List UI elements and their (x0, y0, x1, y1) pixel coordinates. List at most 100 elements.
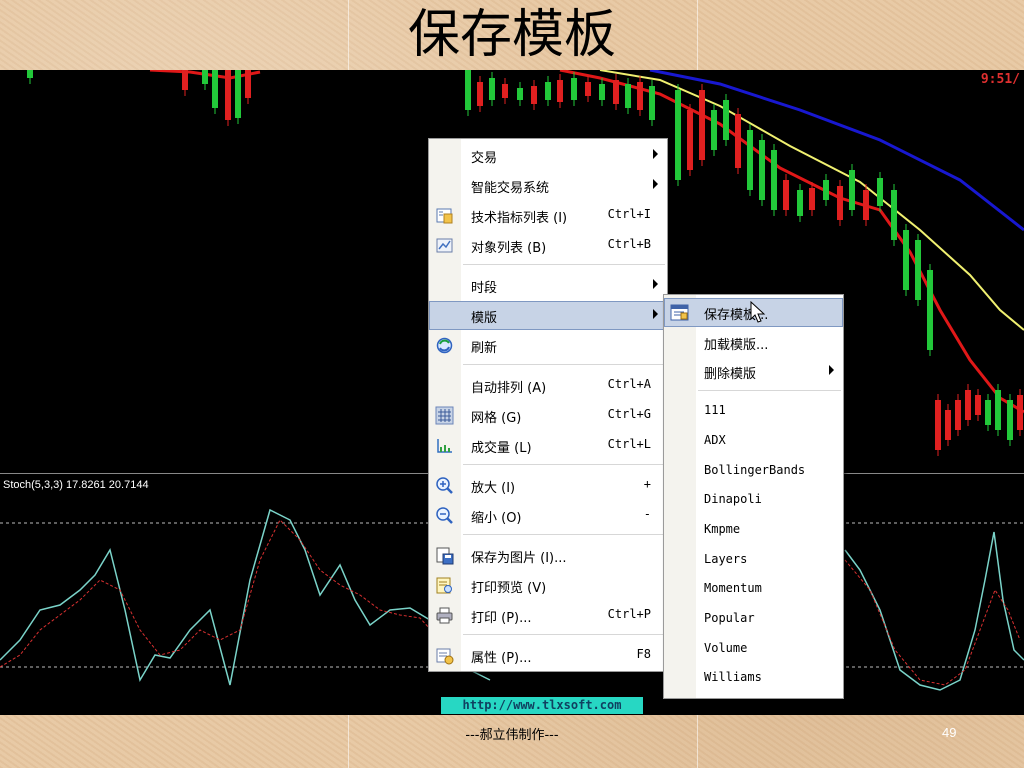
candle-body (531, 86, 537, 104)
menu-item-1[interactable]: 交易 (429, 141, 667, 170)
candle-body (545, 82, 551, 100)
slide-title: 保存模板 (407, 5, 616, 65)
menu-item-label: 打印预览 (V) (471, 581, 547, 596)
candle-body (599, 84, 605, 100)
template-item-volume[interactable]: Volume (664, 635, 843, 664)
menu-item-label: 时段 (471, 281, 498, 296)
candle-body (465, 70, 471, 110)
refresh-icon (436, 337, 453, 354)
candle-body (625, 84, 631, 108)
template-item-label: Williams (704, 670, 762, 684)
menu-item-4[interactable]: 对象列表 (B) Ctrl+B (429, 231, 667, 260)
object-list-icon (436, 238, 453, 253)
template-item-adx[interactable]: ADX (664, 427, 843, 456)
submenu-arrow-icon (653, 179, 658, 189)
template-item-label: Kmpme (704, 522, 741, 536)
menu-item-9[interactable]: 网格 (G) Ctrl+G (429, 401, 667, 430)
menu-item-shortcut: Ctrl+L (607, 437, 651, 451)
submenu-arrow-icon (653, 279, 658, 289)
menu-separator (698, 390, 841, 391)
candle-body (877, 178, 883, 206)
menu-item-label: 保存为图片 (I)... (471, 551, 567, 566)
template-item-label: ADX (704, 433, 726, 447)
template-item-layers[interactable]: Layers (664, 546, 843, 575)
template-item-bollingerbands[interactable]: BollingerBands (664, 457, 843, 486)
submenu-arrow-icon (653, 149, 658, 159)
candle-body (965, 390, 971, 420)
menu-item-label: 属性 (P)... (471, 651, 532, 666)
menu-item-shortcut: Ctrl+B (607, 237, 651, 251)
template-item-cmd-3[interactable]: 删除模版 (664, 357, 843, 386)
menu-item-8[interactable]: 自动排列 (A) Ctrl+A (429, 371, 667, 400)
candle-body (235, 70, 241, 118)
stochastic-main-line (0, 508, 491, 686)
candle-body (809, 188, 815, 210)
submenu-arrow-icon (653, 309, 658, 319)
menu-item-6[interactable]: 模版 (429, 301, 667, 330)
template-item-momentum[interactable]: Momentum (664, 575, 843, 604)
template-item-label: BollingerBands (704, 463, 806, 477)
menu-item-label: 自动排列 (A) (471, 381, 547, 396)
candle-body (863, 190, 869, 220)
template-item-kmpme[interactable]: Kmpme (664, 516, 843, 545)
candle-body (27, 70, 33, 78)
template-item-label: Dinapoli (704, 492, 762, 506)
menu-separator (463, 534, 665, 535)
grid-icon (435, 406, 454, 425)
candle-body (1017, 395, 1023, 430)
menu-item-label: 放大 (I) (471, 481, 516, 496)
candle-body (649, 86, 655, 120)
candle-body (783, 180, 789, 210)
candle-body (891, 190, 897, 240)
candle-body (927, 270, 933, 350)
menu-item-12[interactable]: 缩小 (O) - (429, 501, 667, 530)
template-item-111[interactable]: 111 (664, 397, 843, 426)
template-item-dinapoli[interactable]: Dinapoli (664, 486, 843, 515)
candle-body (212, 70, 218, 108)
candle-body (687, 110, 693, 170)
menu-item-11[interactable]: 放大 (I) + (429, 471, 667, 500)
candle-body (935, 400, 941, 450)
menu-item-5[interactable]: 时段 (429, 271, 667, 300)
template-item-label: 111 (704, 403, 726, 417)
template-item-label: Momentum (704, 581, 762, 595)
menu-item-14[interactable]: 打印预览 (V) (429, 571, 667, 600)
template-item-popular[interactable]: Popular (664, 605, 843, 634)
zoom-out-icon (436, 507, 453, 524)
candle-body (955, 400, 961, 430)
menu-item-13[interactable]: 保存为图片 (I)... (429, 541, 667, 570)
submenu-arrow-icon (829, 365, 834, 375)
page-number: 49 (942, 725, 957, 740)
template-item-label: 删除模版 (704, 367, 757, 382)
candle-body (1007, 400, 1013, 440)
menu-item-2[interactable]: 智能交易系统 (429, 171, 667, 200)
menu-item-3[interactable]: 技术指标列表 (I) Ctrl+I (429, 201, 667, 230)
candle-body (985, 400, 991, 425)
template-item-williams[interactable]: Williams (664, 664, 843, 693)
candle-body (903, 230, 909, 290)
candle-body (759, 140, 765, 200)
candle-body (489, 78, 495, 100)
properties-icon (436, 648, 454, 665)
menu-separator (463, 634, 665, 635)
menu-item-15[interactable]: 打印 (P)... Ctrl+P (429, 601, 667, 630)
candle-body (837, 186, 843, 220)
menu-item-10[interactable]: 成交量 (L) Ctrl+L (429, 431, 667, 460)
menu-item-label: 打印 (P)... (471, 611, 532, 626)
candle-body (945, 410, 951, 440)
menu-item-shortcut: Ctrl+I (607, 207, 651, 221)
template-item-cmd-2[interactable]: 加载模版... (664, 328, 843, 357)
slide-footer: ---郝立伟制作--- (465, 728, 559, 743)
menu-item-shortcut: F8 (636, 647, 651, 661)
candle-body (675, 90, 681, 180)
menu-item-16[interactable]: 属性 (P)... F8 (429, 641, 667, 670)
candle-body (613, 80, 619, 104)
menu-item-shortcut: Ctrl+G (607, 407, 651, 421)
candle-body (797, 190, 803, 216)
url-banner[interactable]: http://www.tlxsoft.com (441, 697, 643, 714)
template-item-label: 加载模版... (704, 338, 769, 353)
menu-item-7[interactable]: 刷新 (429, 331, 667, 360)
menu-item-label: 成交量 (L) (471, 441, 532, 456)
candle-body (735, 114, 741, 168)
menu-item-label: 缩小 (O) (471, 511, 522, 526)
